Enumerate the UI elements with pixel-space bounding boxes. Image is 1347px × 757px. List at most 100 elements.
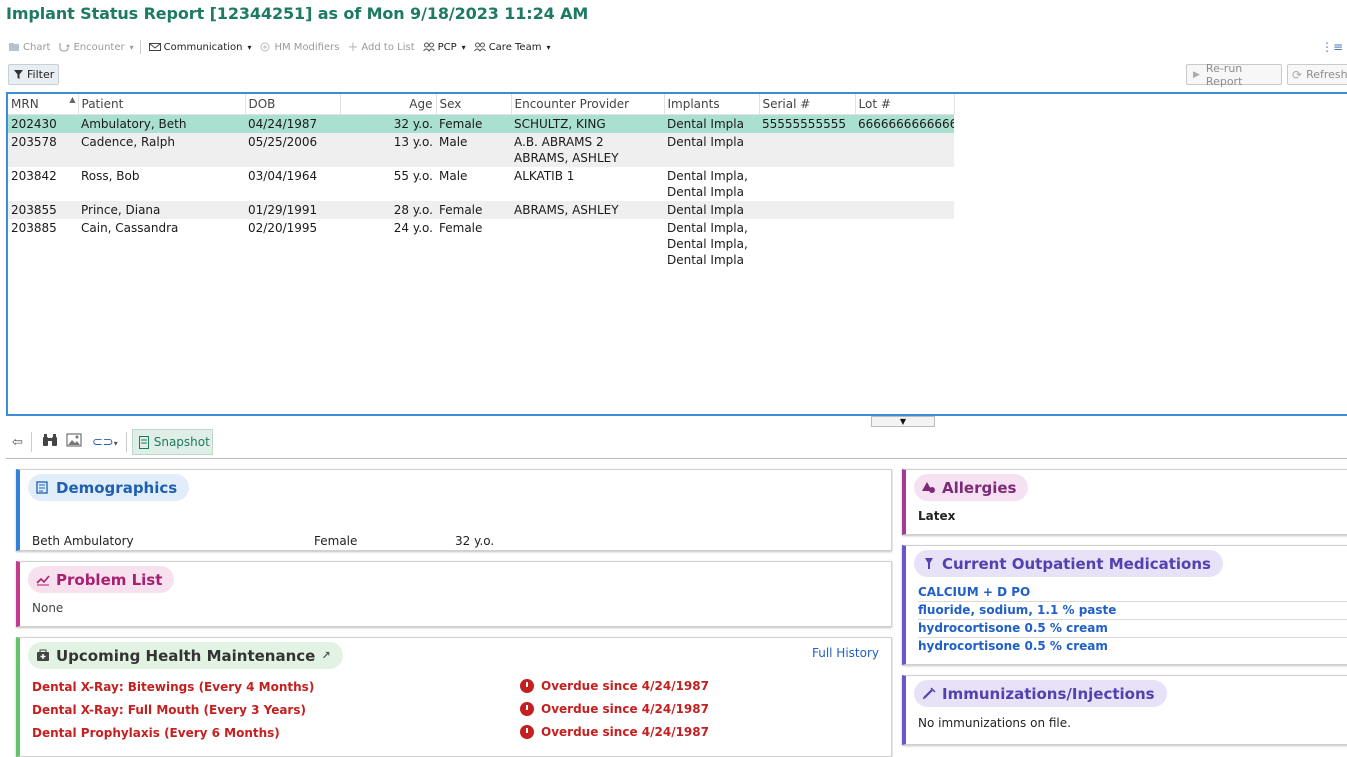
cell-provider: ALKATIB 1 [511, 167, 664, 201]
hm-item-name[interactable]: Dental X-Ray: Full Mouth (Every 3 Years) [32, 703, 306, 717]
implant-line: Dental Impla [667, 252, 744, 267]
column-label: Age [409, 96, 433, 111]
cell-age: 13 y.o. [340, 132, 436, 167]
encounter-button[interactable]: Encounter ▾ [58, 42, 134, 53]
refresh-label: Refresh [1306, 68, 1347, 81]
medications-title: Current Outpatient Medications [942, 554, 1211, 573]
problem-list-card: Problem List None [16, 561, 892, 627]
cell-mrn: 203842 [11, 168, 57, 183]
allergy-warning-icon [922, 482, 935, 493]
cell-patient: Cadence, Ralph [78, 132, 245, 167]
column-header-patient[interactable]: Patient [78, 94, 246, 115]
hm-status-text: Overdue since 4/24/1987 [541, 725, 709, 739]
column-header-encounter-provider[interactable]: Encounter Provider [511, 94, 665, 115]
cell-age: 32 y.o. [340, 114, 436, 133]
table-row[interactable]: 203885 Cain, Cassandra 02/20/1995 24 y.o… [8, 219, 954, 269]
hm-modifiers-button[interactable]: HM Modifiers [259, 42, 339, 53]
implant-line: Dental Impla, [667, 220, 748, 235]
column-header-age[interactable]: Age [340, 94, 437, 115]
hm-item-status: Overdue since 4/24/1987 [520, 725, 709, 739]
cell-dob: 02/20/1995 [248, 220, 318, 235]
sort-ascending-icon: ▲ [69, 95, 76, 104]
cell-implants: Dental Impla [664, 114, 759, 133]
snapshot-label: Snapshot [153, 435, 210, 449]
cell-sex: Female [436, 200, 511, 219]
image-icon[interactable] [66, 433, 82, 451]
implant-line: Dental Impla [667, 184, 744, 199]
cell-lot [855, 219, 954, 269]
snapshot-content: Demographics Beth Ambulatory Female 32 y… [6, 458, 1347, 757]
medication-item[interactable]: fluoride, sodium, 1.1 % paste [918, 602, 1347, 620]
column-label: Implants [667, 96, 720, 111]
column-header-mrn[interactable]: MRN ▲ [8, 94, 79, 115]
cell-sex: Male [436, 132, 511, 167]
activity-toolbar: ⇦ ⊂⊃▾ Snapshot [0, 428, 1347, 456]
cell-serial [759, 167, 855, 201]
cell-mrn: 203855 [8, 200, 78, 219]
cell-serial [759, 219, 855, 269]
chevron-down-icon: ▾ [247, 42, 252, 52]
back-arrow-icon[interactable]: ⇦ [12, 435, 23, 450]
column-header-serial[interactable]: Serial # [759, 94, 856, 115]
table-row[interactable]: 203855 Prince, Diana 01/29/1991 28 y.o. … [8, 200, 954, 219]
cell-implants: Dental Impla, Dental Impla [664, 167, 759, 201]
add-to-list-label: Add to List [361, 41, 415, 53]
immunizations-header[interactable]: Immunizations/Injections [914, 680, 1167, 707]
binoculars-icon[interactable] [42, 433, 58, 451]
column-header-lot[interactable]: Lot # [855, 94, 955, 115]
medications-header[interactable]: Current Outpatient Medications [914, 550, 1223, 577]
column-label: MRN [11, 96, 39, 111]
cell-mrn: 203885 [11, 220, 57, 235]
hm-item-name[interactable]: Dental Prophylaxis (Every 6 Months) [32, 726, 280, 740]
add-to-list-button[interactable]: + Add to List [347, 40, 414, 55]
cell-dob: 03/04/1964 [248, 168, 318, 183]
full-history-link[interactable]: Full History [812, 646, 879, 660]
table-row[interactable]: 202430 Ambulatory, Beth 04/24/1987 32 y.… [8, 114, 954, 133]
table-row[interactable]: 203842 Ross, Bob 03/04/1964 55 y.o. Male… [8, 167, 954, 201]
health-maintenance-header[interactable]: Upcoming Health Maintenance ↗ [28, 642, 343, 669]
cell-implants: Dental Impla [664, 132, 759, 167]
demographics-icon [36, 481, 48, 494]
medication-item[interactable]: hydrocortisone 0.5 % cream [918, 620, 1347, 638]
immunizations-text: No immunizations on file. [918, 716, 1071, 730]
allergies-card: Allergies Latex [902, 469, 1347, 535]
care-team-button[interactable]: Care Team ▾ [473, 42, 550, 53]
hm-item-status: Overdue since 4/24/1987 [520, 679, 709, 693]
column-label: Patient [81, 96, 124, 111]
cell-provider: A.B. ABRAMS 2 ABRAMS, ASHLEY [511, 132, 664, 167]
problem-list-header[interactable]: Problem List [28, 566, 175, 593]
communication-button[interactable]: Communication ▾ [148, 41, 252, 53]
link-icon[interactable]: ⊂⊃▾ [92, 435, 118, 450]
table-row[interactable]: 203578 Cadence, Ralph 05/25/2006 13 y.o.… [8, 132, 954, 167]
cell-implants: Dental Impla [664, 200, 759, 219]
snapshot-tab[interactable]: Snapshot [131, 429, 213, 455]
collapse-splitter-button[interactable]: ▼ [871, 416, 935, 427]
medication-item[interactable]: hydrocortisone 0.5 % cream [918, 638, 1347, 656]
communication-label: Communication [163, 41, 243, 53]
medication-item[interactable]: CALCIUM + D PO [918, 584, 1347, 602]
chevron-down-icon: ▼ [899, 417, 907, 426]
encounter-icon [59, 43, 70, 52]
overflow-menu-icon[interactable]: ⋮≡ [1321, 40, 1343, 54]
demographics-header[interactable]: Demographics [28, 474, 190, 501]
rerun-report-label: Re-run Report [1205, 61, 1243, 88]
popout-arrow-icon[interactable]: ↗ [321, 649, 330, 662]
filter-button[interactable]: Filter [8, 64, 59, 85]
pcp-button[interactable]: PCP ▾ [422, 41, 466, 53]
overdue-clock-icon [520, 725, 534, 739]
column-label: Serial # [762, 96, 811, 111]
page-title: Implant Status Report [12344251] as of M… [6, 4, 589, 23]
implant-line: Dental Impla [667, 116, 744, 131]
table-header-row: MRN ▲ Patient DOB Age Sex Encounter Provi… [8, 94, 955, 115]
column-header-sex[interactable]: Sex [436, 94, 512, 115]
allergies-header[interactable]: Allergies [914, 474, 1029, 501]
chart-button[interactable]: Chart [8, 42, 50, 53]
hm-item-name[interactable]: Dental X-Ray: Bitewings (Every 4 Months) [32, 680, 314, 694]
column-header-implants[interactable]: Implants [664, 94, 760, 115]
refresh-button[interactable]: ⟳ Refresh [1287, 64, 1347, 85]
provider-line: ALKATIB 1 [514, 168, 575, 183]
column-header-dob[interactable]: DOB [245, 94, 341, 115]
rerun-report-button[interactable]: ▶ Re-run Report [1186, 61, 1282, 88]
implant-line: Dental Impla [667, 134, 744, 149]
pcp-label: PCP [437, 41, 457, 53]
